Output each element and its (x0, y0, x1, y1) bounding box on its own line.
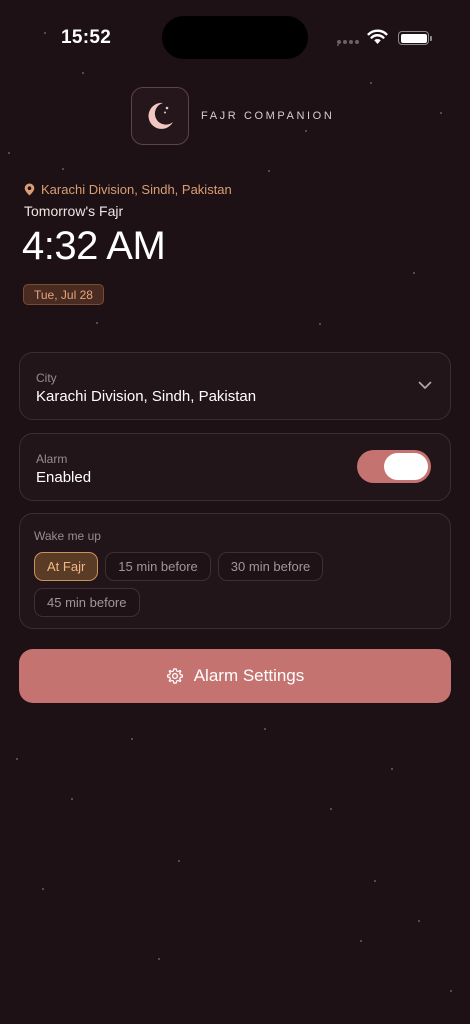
wake-option-at-fajr[interactable]: At Fajr (34, 552, 99, 581)
cellular-signal-icon (337, 40, 359, 44)
starfield-background (0, 0, 470, 1024)
gear-icon (166, 668, 183, 684)
wake-option-30-min[interactable]: 30 min before (217, 552, 324, 581)
alarm-toggle[interactable] (357, 450, 431, 483)
location-label: Karachi Division, Sindh, Pakistan (41, 182, 232, 197)
wake-label: Wake me up (34, 529, 101, 543)
next-prayer-subtitle: Tomorrow's Fajr (24, 203, 124, 219)
alarm-card: Alarm Enabled (19, 433, 451, 501)
alarm-settings-button[interactable]: Alarm Settings (19, 649, 451, 703)
chevron-down-icon (418, 381, 432, 389)
battery-icon (398, 31, 432, 45)
wifi-icon (367, 29, 388, 44)
wake-options: At Fajr 15 min before 30 min before 45 m… (34, 552, 354, 617)
alarm-settings-label: Alarm Settings (193, 666, 305, 685)
dynamic-island (162, 16, 308, 59)
status-bar: 15:52 (0, 0, 470, 70)
app-name: FAJR COMPANION (201, 110, 335, 122)
location-pin-icon (24, 183, 35, 196)
wake-time-card: Wake me up At Fajr 15 min before 30 min … (19, 513, 451, 629)
fajr-time: 4:32 AM (22, 224, 166, 268)
date-badge: Tue, Jul 28 (23, 284, 104, 305)
city-label: City (36, 371, 57, 385)
toggle-knob (384, 453, 428, 480)
status-time: 15:52 (61, 27, 112, 48)
location-row: Karachi Division, Sindh, Pakistan (24, 182, 232, 197)
city-value: Karachi Division, Sindh, Pakistan (36, 388, 257, 405)
wake-option-45-min[interactable]: 45 min before (34, 588, 140, 617)
wake-option-15-min[interactable]: 15 min before (105, 552, 211, 581)
city-selector[interactable]: City Karachi Division, Sindh, Pakistan (19, 352, 451, 420)
app-brand: FAJR COMPANION (131, 87, 334, 145)
crescent-moon-icon (131, 87, 189, 145)
